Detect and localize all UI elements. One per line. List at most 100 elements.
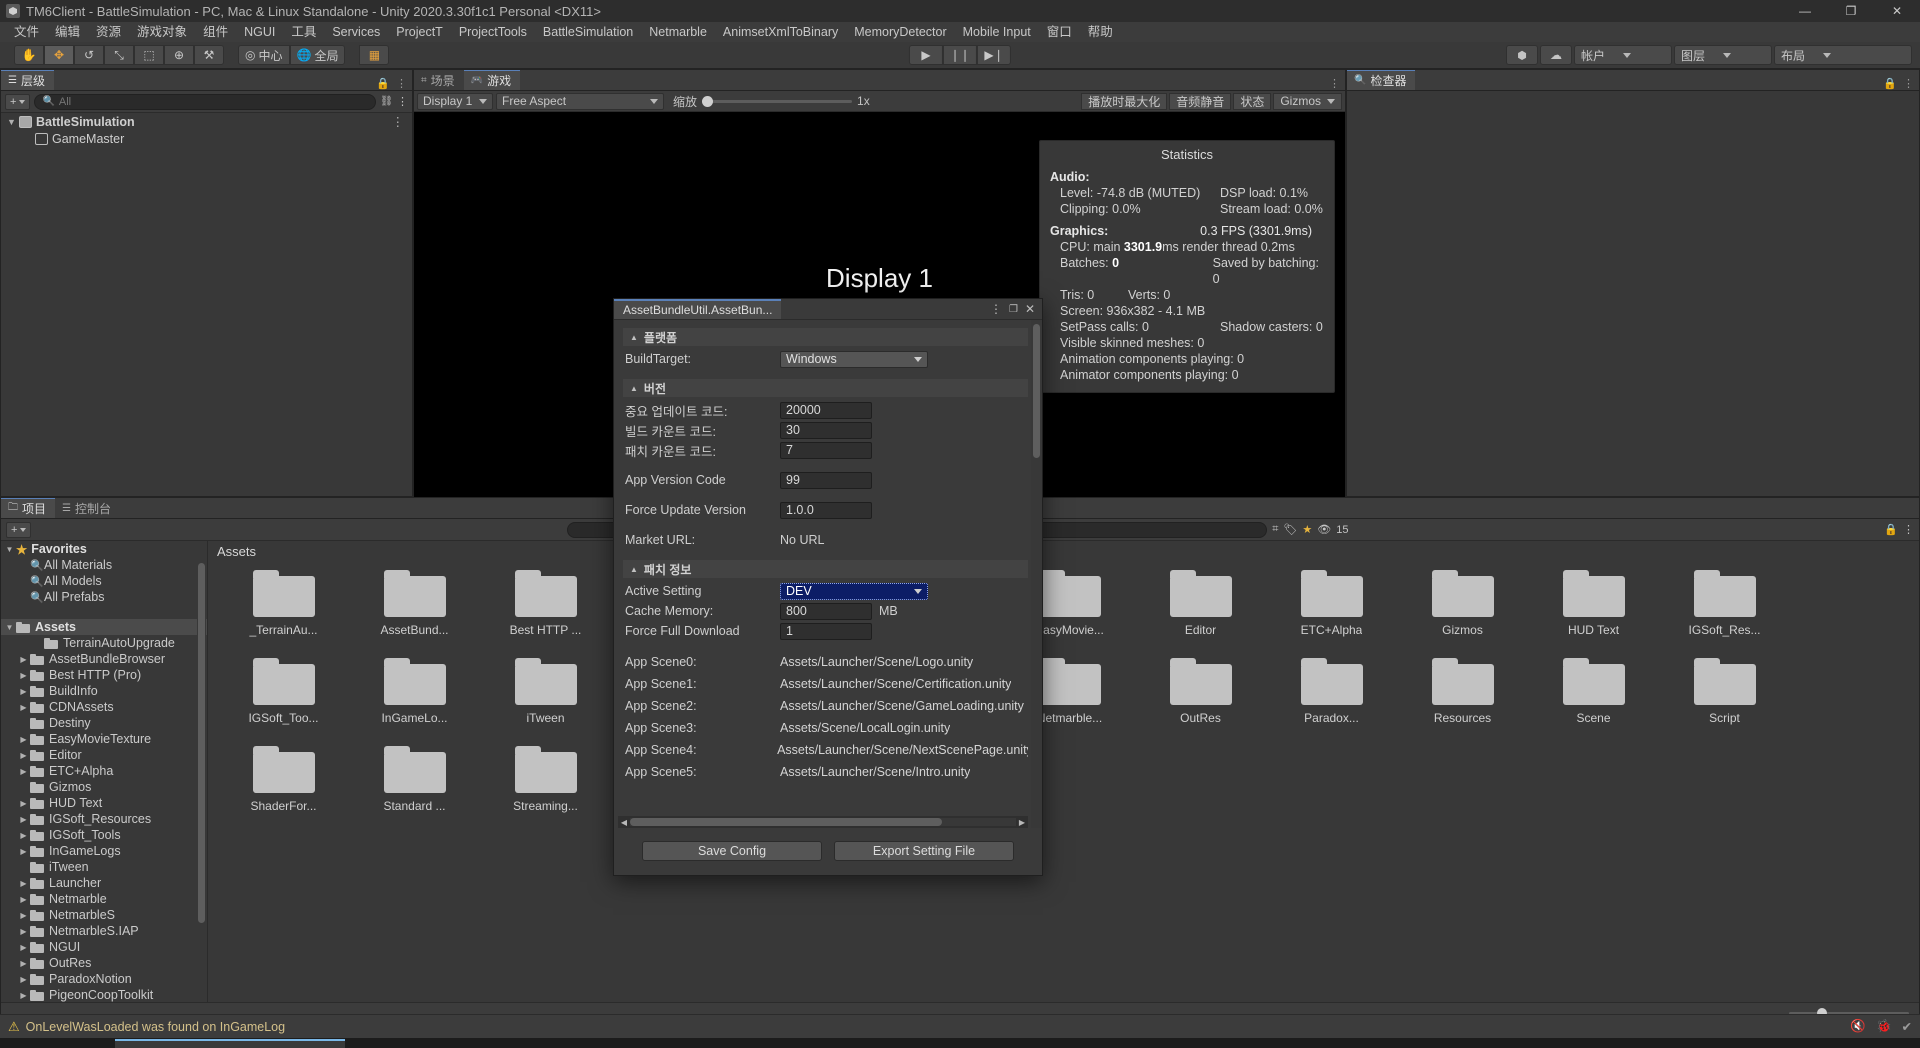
- menu-item-12[interactable]: AnimsetXmlToBinary: [715, 23, 846, 42]
- aspect-dropdown[interactable]: Free Aspect: [496, 92, 664, 110]
- menu-item-1[interactable]: 编辑: [47, 23, 88, 42]
- menu-item-16[interactable]: 帮助: [1080, 23, 1121, 42]
- menu-item-4[interactable]: 组件: [195, 23, 236, 42]
- hierarchy-row-menu-icon[interactable]: ⋮: [392, 114, 413, 129]
- asset-grid-item[interactable]: Paradox...: [1266, 653, 1397, 741]
- project-tree-row-23[interactable]: ▶ NetmarbleS: [1, 907, 207, 923]
- triangle-right-icon[interactable]: ▶: [17, 943, 30, 952]
- scale-slider-knob[interactable]: [702, 95, 714, 107]
- project-tree-row-20[interactable]: iTween: [1, 859, 207, 875]
- asset-grid-item[interactable]: IGSoft_Too...: [218, 653, 349, 741]
- project-add-button[interactable]: +: [6, 521, 32, 538]
- cache-memory-input[interactable]: 800: [780, 602, 872, 620]
- kebab-icon[interactable]: ⋮: [396, 77, 407, 90]
- scroll-right-arrow-icon[interactable]: ▶: [1016, 818, 1028, 827]
- move-tool-button[interactable]: ✥: [44, 45, 74, 65]
- triangle-down-icon[interactable]: ▼: [3, 545, 16, 554]
- grid-snap-button[interactable]: ▦: [359, 45, 390, 65]
- tab-inspector[interactable]: 🔍 检查器: [1347, 70, 1416, 90]
- hierarchy-search-input[interactable]: [58, 95, 369, 108]
- project-tree-row-2[interactable]: 🔍 All Models: [1, 573, 207, 589]
- menu-item-3[interactable]: 游戏对象: [129, 23, 195, 42]
- pivot-mode-button[interactable]: ◎ 中心: [238, 45, 290, 65]
- menu-item-8[interactable]: ProjectT: [388, 23, 451, 42]
- bug-status-icon[interactable]: 🐞: [1876, 1019, 1892, 1034]
- tab-hierarchy[interactable]: ☰ 层级: [1, 70, 54, 90]
- project-tree-row-6[interactable]: TerrainAutoUpgrade: [1, 635, 207, 651]
- custom-tool-button[interactable]: ⚒: [194, 45, 224, 65]
- maximize-on-play-button[interactable]: 播放时最大化: [1081, 92, 1168, 110]
- triangle-right-icon[interactable]: ▶: [17, 927, 30, 936]
- force-full-download-input[interactable]: 1: [780, 622, 872, 640]
- cloud-button[interactable]: ☁: [1540, 45, 1572, 65]
- tab-game[interactable]: 🎮 游戏: [463, 70, 521, 90]
- menu-item-0[interactable]: 文件: [6, 23, 47, 42]
- layout-dropdown[interactable]: 布局: [1774, 45, 1912, 65]
- hierarchy-row-1[interactable]: GameMaster: [1, 130, 412, 147]
- asset-grid-item[interactable]: IGSoft_Res...: [1659, 565, 1790, 653]
- hierarchy-menu-icon[interactable]: ⋮: [397, 95, 408, 108]
- project-tree-scroll-thumb[interactable]: [198, 563, 205, 923]
- app-scene-row-4[interactable]: App Scene4: Assets/Launcher/Scene/NextSce…: [618, 739, 1028, 761]
- project-tree-row-3[interactable]: 🔍 All Prefabs: [1, 589, 207, 605]
- dialog-hscroll-track[interactable]: [630, 818, 1016, 826]
- version-field-input[interactable]: 30: [780, 421, 872, 439]
- step-button[interactable]: ▶❘: [977, 45, 1012, 65]
- section-platform-header[interactable]: ▲ 플랫폼: [623, 328, 1028, 346]
- play-button[interactable]: ▶: [908, 45, 943, 65]
- triangle-right-icon[interactable]: ▶: [17, 767, 30, 776]
- project-tree-row-27[interactable]: ▶ ParadoxNotion: [1, 971, 207, 987]
- save-config-button[interactable]: Save Config: [642, 841, 822, 861]
- hand-tool-button[interactable]: ✋: [14, 45, 44, 65]
- hierarchy-search-box[interactable]: 🔍: [34, 93, 377, 110]
- triangle-right-icon[interactable]: ▶: [17, 815, 30, 824]
- visibility-icon[interactable]: 👁: [1317, 523, 1331, 536]
- project-tree-row-19[interactable]: ▶ InGameLogs: [1, 843, 207, 859]
- triangle-down-icon[interactable]: ▼: [3, 623, 16, 632]
- project-tree-row-26[interactable]: ▶ OutRes: [1, 955, 207, 971]
- pause-button[interactable]: ❘❘: [942, 45, 978, 65]
- kebab-icon[interactable]: ⋮: [990, 302, 1002, 316]
- force-update-version-input[interactable]: 1.0.0: [780, 501, 872, 519]
- triangle-right-icon[interactable]: ▶: [17, 655, 30, 664]
- display-dropdown[interactable]: Display 1: [417, 92, 493, 110]
- app-scene-row-0[interactable]: App Scene0: Assets/Launcher/Scene/Logo.un…: [618, 651, 1028, 673]
- menu-item-7[interactable]: Services: [324, 23, 388, 42]
- menu-item-11[interactable]: Netmarble: [641, 23, 715, 42]
- version-field-input[interactable]: 20000: [780, 401, 872, 419]
- asset-grid-item[interactable]: Standard ...: [349, 741, 480, 829]
- project-tree-scrollbar[interactable]: [197, 543, 206, 983]
- asset-grid-item[interactable]: HUD Text: [1528, 565, 1659, 653]
- app-version-code-input[interactable]: 99: [780, 471, 872, 489]
- project-tree-row-15[interactable]: Gizmos: [1, 779, 207, 795]
- asset-grid-item[interactable]: ETC+Alpha: [1266, 565, 1397, 653]
- triangle-right-icon[interactable]: ▶: [17, 687, 30, 696]
- stats-button[interactable]: 状态: [1233, 92, 1272, 110]
- triangle-right-icon[interactable]: ▶: [17, 847, 30, 856]
- account-dropdown[interactable]: 帐户: [1574, 45, 1672, 65]
- triangle-right-icon[interactable]: ▶: [17, 975, 30, 984]
- app-scene-row-2[interactable]: App Scene2: Assets/Launcher/Scene/GameLoa…: [618, 695, 1028, 717]
- section-version-header[interactable]: ▲ 버전: [623, 379, 1028, 397]
- menu-item-2[interactable]: 资源: [88, 23, 129, 42]
- dialog-scroll-thumb[interactable]: [1033, 324, 1040, 458]
- asset-grid-item[interactable]: Resources: [1397, 653, 1528, 741]
- project-lock-icon[interactable]: 🔒: [1884, 523, 1898, 536]
- minimize-button[interactable]: —: [1782, 0, 1828, 22]
- project-tree-row-9[interactable]: ▶ BuildInfo: [1, 683, 207, 699]
- asset-grid-item[interactable]: Gizmos: [1397, 565, 1528, 653]
- section-patch-header[interactable]: ▲ 패치 정보: [623, 560, 1028, 578]
- project-tree-row-0[interactable]: ▼ ★ Favorites: [1, 541, 207, 557]
- rect-tool-button[interactable]: ⬚: [134, 45, 164, 65]
- project-tree-row-24[interactable]: ▶ NetmarbleS.IAP: [1, 923, 207, 939]
- export-setting-file-button[interactable]: Export Setting File: [834, 841, 1014, 861]
- dialog-vertical-scrollbar[interactable]: [1031, 320, 1042, 828]
- triangle-down-icon[interactable]: ▼: [7, 117, 19, 127]
- close-icon[interactable]: ✕: [1025, 302, 1035, 316]
- app-scene-row-1[interactable]: App Scene1: Assets/Launcher/Scene/Certifi…: [618, 673, 1028, 695]
- favorite-filter-icon[interactable]: ★: [1302, 523, 1312, 536]
- asset-grid-item[interactable]: OutRes: [1135, 653, 1266, 741]
- triangle-right-icon[interactable]: ▶: [17, 831, 30, 840]
- close-button[interactable]: ✕: [1874, 0, 1920, 22]
- gizmos-button[interactable]: Gizmos: [1273, 92, 1342, 110]
